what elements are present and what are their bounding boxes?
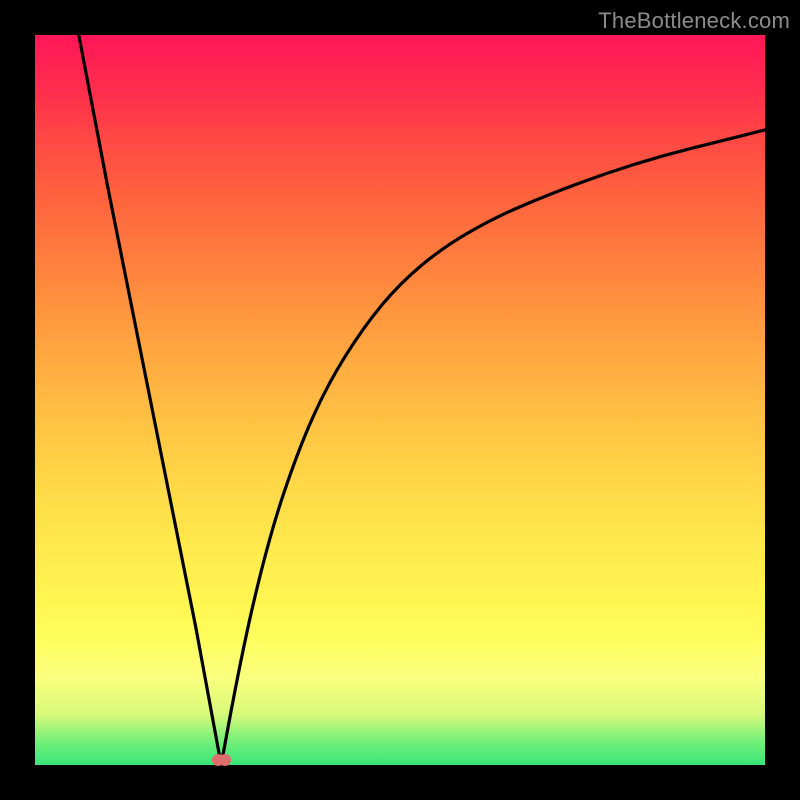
curve-svg xyxy=(35,35,765,765)
watermark-text: TheBottleneck.com xyxy=(598,8,790,34)
bottleneck-curve xyxy=(79,35,765,765)
chart-frame: TheBottleneck.com xyxy=(0,0,800,800)
plot-area xyxy=(35,35,765,765)
